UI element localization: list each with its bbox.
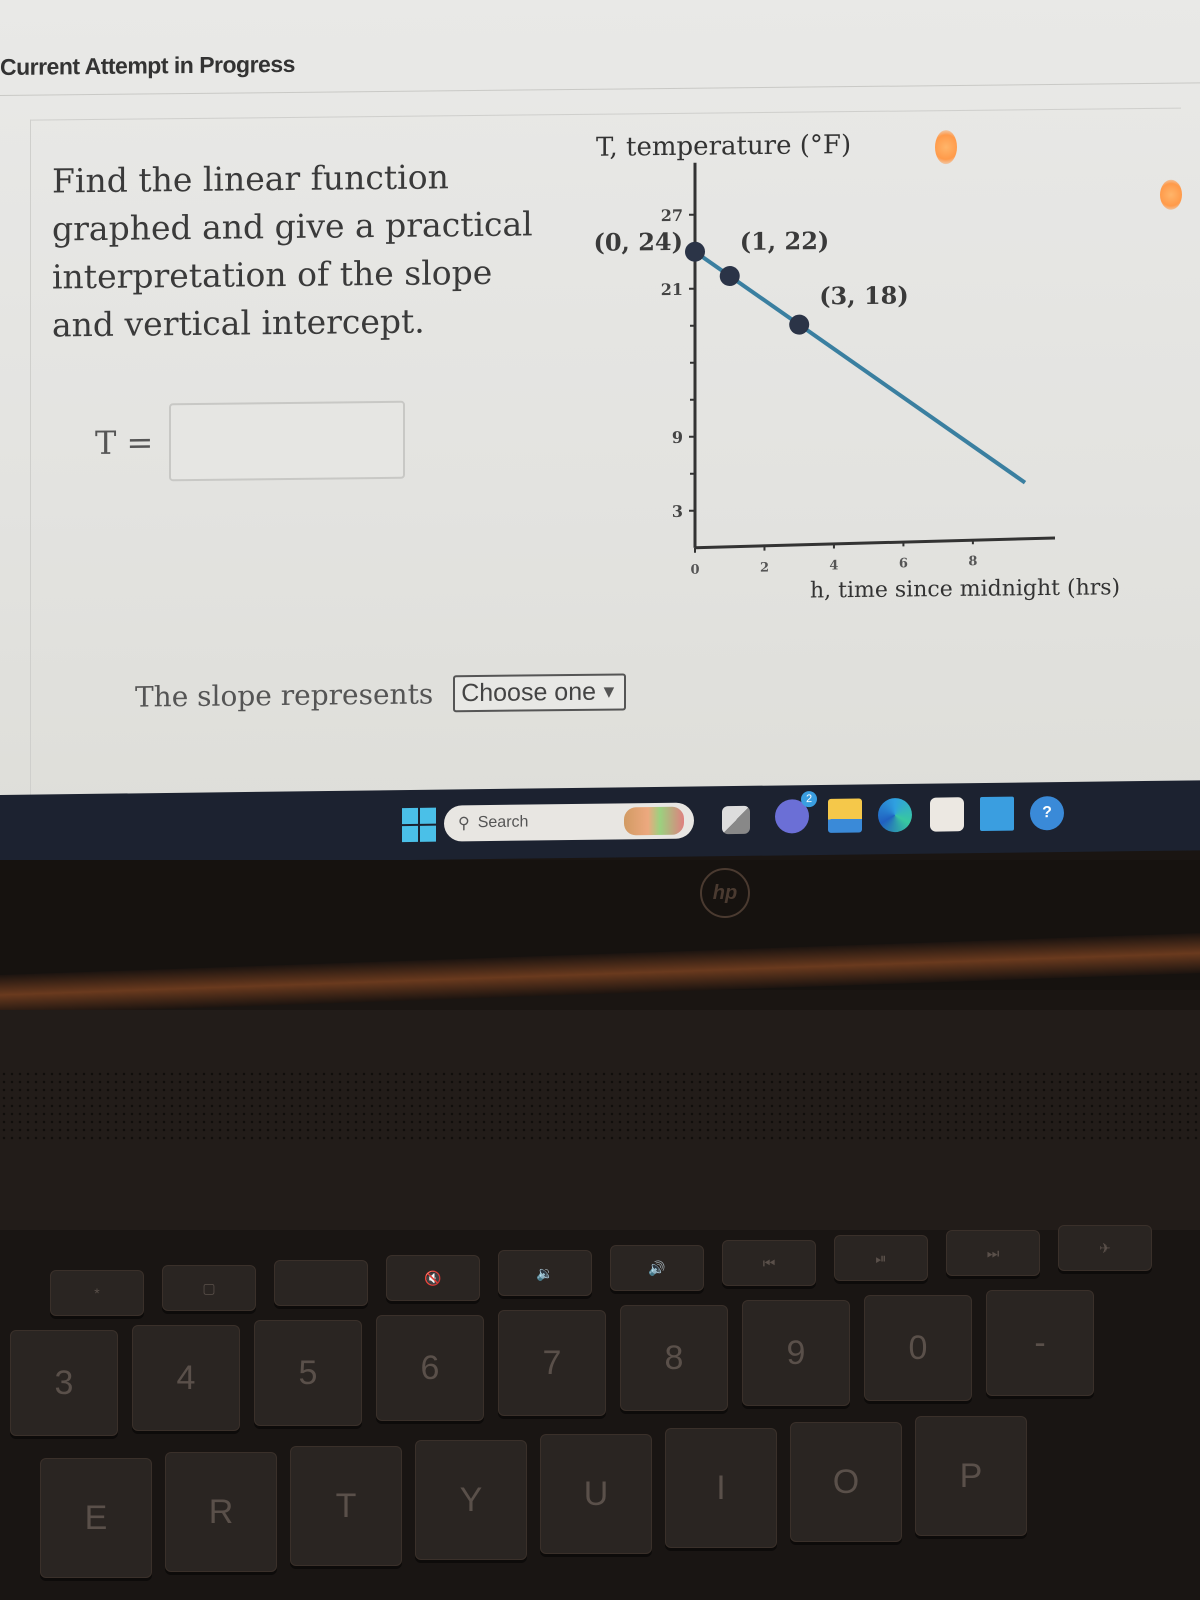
function-key[interactable]: 🔇 (386, 1255, 480, 1301)
slope-label: The slope represents (135, 677, 434, 714)
data-point-label: (3, 18) (819, 280, 909, 310)
speaker-grille (0, 1070, 1200, 1140)
search-icon: ⚲ (458, 815, 470, 833)
chat-badge: 2 (801, 791, 817, 808)
number-key[interactable]: 9 (742, 1300, 850, 1406)
start-icon[interactable] (402, 807, 436, 843)
number-key[interactable]: 6 (376, 1315, 484, 1421)
x-axis-label: h, time since midnight (hrs) (810, 575, 1120, 603)
axes (693, 162, 1056, 550)
number-key[interactable]: 8 (620, 1305, 728, 1411)
keyboard: * ▢ 🔇 🔉 🔊 ⏮ ⏯ ⏭ ✈ 3 4 5 6 7 8 9 0- E R T Y U I O P (0, 1225, 1200, 1600)
slope-select[interactable]: Choose one ▼ (453, 673, 626, 713)
x-axis (694, 536, 1056, 550)
screen: Current Attempt in Progress Find the lin… (0, 0, 1200, 831)
attempt-status: Current Attempt in Progress (0, 50, 295, 80)
number-key[interactable]: 0 (864, 1295, 972, 1401)
taskbar-search[interactable]: ⚲ Search (444, 802, 694, 842)
temperature-chart: T, temperature (°F) h, time since midnig… (593, 130, 1120, 603)
x-tick-label: 2 (760, 561, 769, 576)
question-text: Find the linear function graphed and giv… (52, 157, 533, 345)
dropdown-arrow-icon: ▼ (600, 681, 618, 702)
divider (0, 82, 1200, 96)
x-tick-label: 0 (690, 563, 699, 578)
letter-key[interactable]: O (790, 1422, 902, 1542)
x-tick-label: 4 (829, 558, 838, 573)
number-key[interactable]: - (986, 1290, 1094, 1396)
file-explorer-icon[interactable] (828, 798, 862, 833)
y-axis-label: T, temperature (°F) (596, 130, 851, 163)
function-key[interactable]: ✈ (1058, 1225, 1152, 1271)
y-tick-label: 21 (661, 280, 683, 299)
search-placeholder: Search (477, 813, 529, 832)
hp-logo: hp (700, 868, 750, 918)
function-key[interactable]: 🔉 (498, 1250, 592, 1296)
series: (0, 24) (1, 22) (3, 18) (593, 226, 1027, 485)
function-key[interactable]: ⏯ (834, 1235, 928, 1281)
help-icon[interactable]: ? (1030, 796, 1064, 831)
data-point-label: (0, 24) (593, 227, 683, 257)
letter-key[interactable]: U (540, 1434, 652, 1554)
y-tick-label: 9 (672, 428, 683, 447)
y-tick-label: 3 (672, 502, 683, 521)
taskbar: ⚲ Search 2 ? (0, 780, 1200, 865)
function-key[interactable]: * (50, 1270, 144, 1316)
function-key[interactable]: 🔊 (610, 1245, 704, 1291)
edge-icon[interactable] (878, 797, 912, 833)
store-icon[interactable] (930, 797, 964, 832)
hp-app-icon[interactable] (980, 796, 1014, 832)
x-tick-label: 8 (968, 554, 977, 569)
letter-key[interactable]: Y (415, 1440, 527, 1560)
letter-key[interactable]: R (165, 1452, 277, 1572)
number-key[interactable]: 5 (254, 1320, 362, 1426)
function-key[interactable]: ⏭ (946, 1230, 1040, 1276)
teams-chat-icon[interactable]: 2 (775, 791, 817, 834)
function-key[interactable]: ⏮ (722, 1240, 816, 1286)
search-highlight-icon (624, 806, 684, 836)
function-key[interactable]: ▢ (162, 1265, 256, 1311)
task-view-icon[interactable] (722, 805, 750, 835)
equation-row: T = (95, 400, 406, 482)
letter-key[interactable]: E (40, 1458, 152, 1578)
equation-label: T = (95, 423, 154, 463)
number-key[interactable]: 3 (10, 1330, 118, 1436)
data-point-label: (1, 22) (740, 226, 830, 256)
number-key[interactable]: 4 (132, 1325, 240, 1431)
letter-key[interactable]: T (290, 1446, 402, 1566)
letter-key[interactable]: I (665, 1428, 777, 1548)
x-tick-label: 6 (899, 556, 908, 571)
number-key[interactable]: 7 (498, 1310, 606, 1416)
y-tick-label: 27 (661, 206, 683, 225)
light-reflection (1160, 179, 1182, 210)
slope-select-value: Choose one (461, 677, 597, 708)
slope-row: The slope represents Choose one ▼ (135, 673, 626, 715)
equation-input[interactable] (169, 400, 406, 482)
letter-key[interactable]: P (915, 1416, 1027, 1536)
function-key[interactable] (274, 1260, 368, 1306)
light-reflection (935, 129, 957, 165)
